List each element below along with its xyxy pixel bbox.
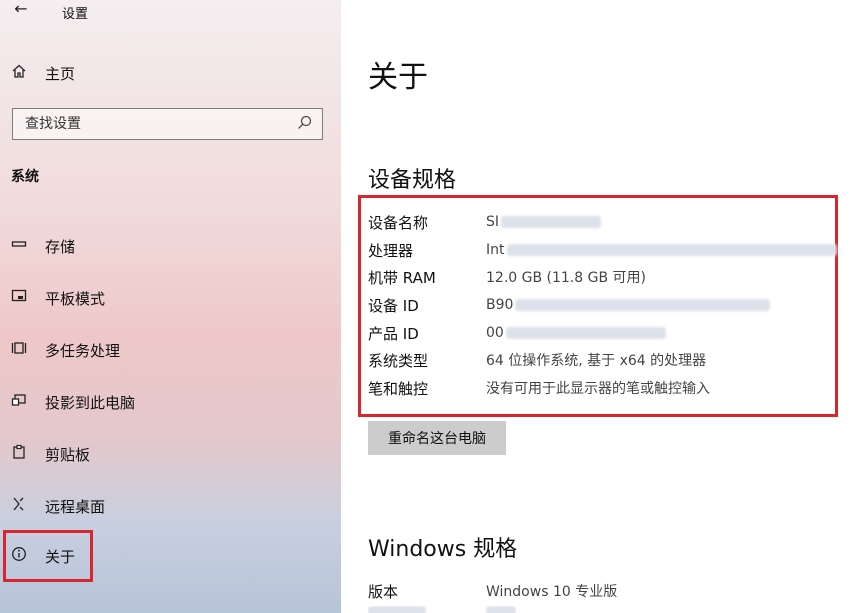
cutoff-value [486,606,516,613]
remote-desktop-icon [9,496,29,516]
sidebar-item-clipboard[interactable]: 剪贴板 [0,434,341,474]
sidebar-item-label: 存储 [45,237,76,256]
sidebar-item-label: 主页 [45,64,76,83]
settings-sidebar: ← 设置 主页 系统 存储 平板模式 多任务处理 [0,0,341,613]
spec-label: 版本 [368,582,399,601]
window-title: 设置 [62,7,89,22]
search-icon[interactable] [296,114,314,132]
sidebar-item-tablet-mode[interactable]: 平板模式 [0,278,341,318]
sidebar-item-home[interactable]: 主页 [0,53,341,93]
spec-value[interactable]: 12.0 GB (11.8 GB 可用) [486,267,646,287]
spec-value[interactable]: 64 位操作系统, 基于 x64 的处理器 [486,350,706,370]
spec-value[interactable]: 00 [486,325,666,341]
sidebar-item-multitasking[interactable]: 多任务处理 [0,330,341,370]
back-button[interactable]: ← [10,0,32,20]
title-bar: ← 设置 [0,0,341,24]
blurred-text [501,216,602,228]
spec-value[interactable]: 没有可用于此显示器的笔或触控输入 [486,378,710,398]
sidebar-item-projecting[interactable]: 投影到此电脑 [0,382,341,422]
sidebar-item-label: 平板模式 [45,289,106,308]
clipboard-icon [9,444,29,464]
cutoff-label [368,606,426,613]
sidebar-item-label: 多任务处理 [45,341,121,360]
windows-specs-heading: Windows 规格 [368,537,518,562]
back-arrow-icon: ← [14,0,28,18]
spec-row-device-name: 设备名称 SI [368,210,602,234]
sidebar-item-remote-desktop[interactable]: 远程桌面 [0,486,341,526]
spec-label: 系统类型 [368,351,429,370]
about-highlight-box [3,530,93,582]
projecting-icon [9,392,29,412]
sidebar-item-label: 远程桌面 [45,497,106,516]
spec-value[interactable]: Windows 10 专业版 [486,581,617,601]
spec-row-processor: 处理器 Int [368,238,837,262]
spec-value-text: Int [486,242,505,258]
sidebar-item-label: 投影到此电脑 [45,393,136,412]
blurred-text [506,244,837,256]
spec-value[interactable]: B90 [486,297,771,313]
section-heading-system: 系统 [11,169,39,185]
device-specs-heading: 设备规格 [368,168,457,193]
spec-row-edition: 版本 Windows 10 专业版 [368,579,617,603]
storage-icon [9,236,29,256]
spec-label: 设备名称 [368,213,429,232]
spec-label: 产品 ID [368,324,419,343]
spec-row-system-type: 系统类型 64 位操作系统, 基于 x64 的处理器 [368,348,706,372]
search-box[interactable] [12,108,323,140]
search-input[interactable] [13,109,293,139]
home-icon [9,63,29,83]
rename-pc-button[interactable]: 重命名这台电脑 [368,421,506,455]
spec-label: 设备 ID [368,296,419,315]
spec-row-product-id: 产品 ID 00 [368,321,666,345]
page-title: 关于 [368,60,428,95]
sidebar-item-storage[interactable]: 存储 [0,226,341,266]
spec-value-text: B90 [486,297,514,313]
spec-label: 机带 RAM [368,268,436,287]
spec-row-device-id: 设备 ID B90 [368,293,771,317]
spec-value[interactable]: SI [486,214,602,230]
blurred-text [505,327,666,339]
multitasking-icon [9,340,29,360]
spec-row-pen-touch: 笔和触控 没有可用于此显示器的笔或触控输入 [368,376,710,400]
spec-value-text: SI [486,214,500,230]
sidebar-item-label: 剪贴板 [45,445,91,464]
spec-label: 笔和触控 [368,379,429,398]
spec-row-cutoff [368,606,516,613]
blurred-text [515,299,771,311]
tablet-mode-icon [9,288,29,308]
spec-value[interactable]: Int [486,242,837,258]
spec-value-text: 00 [486,325,504,341]
spec-row-ram: 机带 RAM 12.0 GB (11.8 GB 可用) [368,265,646,289]
spec-label: 处理器 [368,241,414,260]
main-content: 关于 设备规格 设备名称 SI 处理器 Int 机带 RAM 12.0 GB (… [341,0,866,613]
